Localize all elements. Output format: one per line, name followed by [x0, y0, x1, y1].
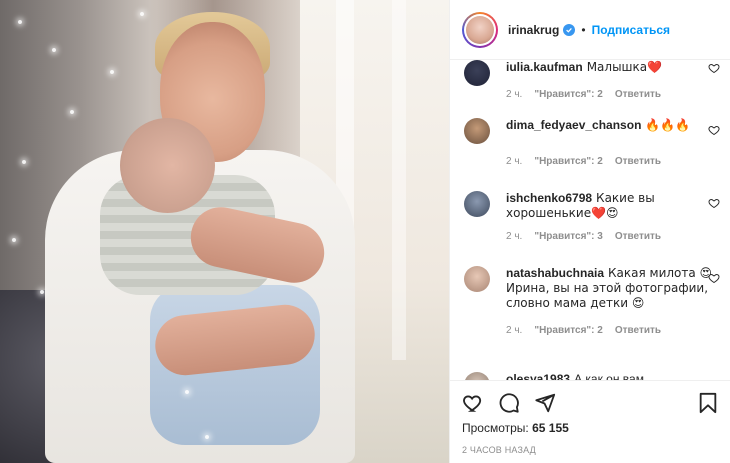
comments-list[interactable]: iulia.kaufman Малышка❤️ 2 ч. "Нравится": … — [450, 60, 730, 380]
avatar-image — [466, 15, 494, 44]
comment-age[interactable]: 2 ч. — [506, 156, 522, 167]
sparkle-effect — [205, 435, 209, 439]
sparkle-effect — [185, 390, 189, 394]
post-header: irinakrug • Подписаться — [450, 0, 730, 60]
share-send-icon[interactable] — [534, 392, 556, 414]
sparkle-effect — [52, 48, 56, 52]
comment-item: iulia.kaufman Малышка❤️ 2 ч. "Нравится": … — [464, 60, 720, 100]
action-icons — [462, 389, 719, 417]
like-comment-icon[interactable] — [708, 124, 720, 136]
comment-likes[interactable]: "Нравится": 2 — [534, 325, 603, 336]
follow-button[interactable]: Подписаться — [592, 23, 670, 37]
comment-likes[interactable]: "Нравится": 3 — [534, 231, 603, 242]
verified-badge-icon — [563, 23, 576, 36]
comment-item: natashabuchnaia Какая милота 😍 Ирина, вы … — [464, 266, 720, 336]
post-sidebar: irinakrug • Подписаться iulia.kaufman Мал… — [449, 0, 730, 463]
reply-button[interactable]: Ответить — [615, 325, 661, 336]
separator-dot: • — [581, 22, 586, 37]
comment-bubble-icon[interactable] — [498, 392, 520, 414]
commenter-avatar[interactable] — [464, 60, 490, 86]
comment-username[interactable]: dima_fedyaev_chanson — [506, 118, 641, 132]
like-heart-icon[interactable] — [462, 392, 484, 414]
comment-likes[interactable]: "Нравится": 2 — [534, 156, 603, 167]
post-timestamp[interactable]: 2 ЧАСОВ НАЗАД — [462, 445, 719, 455]
sparkle-effect — [140, 12, 144, 16]
commenter-avatar[interactable] — [464, 118, 490, 144]
comment-username[interactable]: olesya1983 — [506, 372, 570, 380]
commenter-avatar[interactable] — [464, 266, 490, 292]
comment-age[interactable]: 2 ч. — [506, 89, 522, 100]
views-value: 65 155 — [532, 421, 569, 435]
username[interactable]: irinakrug — [508, 23, 559, 37]
comment-age[interactable]: 2 ч. — [506, 231, 522, 242]
comment-text: Малышка❤️ — [586, 60, 663, 74]
profile-avatar[interactable] — [462, 11, 498, 48]
comment-meta: 2 ч. "Нравится": 2 Ответить — [506, 156, 714, 167]
like-comment-icon[interactable] — [708, 197, 720, 209]
comment-text: А как он вам — [574, 372, 644, 380]
comment-item: ishchenko6798 Какие вы хорошенькие❤️😍 2 ч… — [464, 191, 720, 242]
reply-button[interactable]: Ответить — [615, 156, 661, 167]
sparkle-effect — [18, 20, 22, 24]
sparkle-effect — [70, 110, 74, 114]
comment-meta: 2 ч. "Нравится": 2 Ответить — [506, 325, 714, 336]
comment-text: 🔥🔥🔥 — [645, 118, 691, 132]
like-comment-icon[interactable] — [708, 62, 720, 74]
post-actions: Просмотры: 65 155 2 ЧАСОВ НАЗАД — [450, 380, 730, 463]
comment-username[interactable]: ishchenko6798 — [506, 191, 592, 205]
sparkle-effect — [22, 160, 26, 164]
comment-username[interactable]: natashabuchnaia — [506, 266, 604, 280]
comment-age[interactable]: 2 ч. — [506, 325, 522, 336]
sparkle-effect — [40, 290, 44, 294]
save-bookmark-icon[interactable] — [697, 392, 719, 414]
sparkle-effect — [110, 70, 114, 74]
comment-meta: 2 ч. "Нравится": 3 Ответить — [506, 231, 714, 242]
post-media[interactable] — [0, 0, 449, 463]
comment-item: olesya1983 А как он вам — [464, 372, 714, 380]
views-count[interactable]: Просмотры: 65 155 — [462, 421, 719, 435]
comment-meta: 2 ч. "Нравится": 2 Ответить — [506, 89, 714, 100]
commenter-avatar[interactable] — [464, 372, 490, 380]
comment-item: dima_fedyaev_chanson 🔥🔥🔥 2 ч. "Нравится":… — [464, 118, 720, 167]
reply-button[interactable]: Ответить — [615, 89, 661, 100]
sparkle-effect — [12, 238, 16, 242]
comment-username[interactable]: iulia.kaufman — [506, 60, 583, 74]
comment-likes[interactable]: "Нравится": 2 — [534, 89, 603, 100]
reply-button[interactable]: Ответить — [615, 231, 661, 242]
commenter-avatar[interactable] — [464, 191, 490, 217]
baby-head — [120, 118, 215, 213]
like-comment-icon[interactable] — [708, 272, 720, 284]
views-label: Просмотры: — [462, 421, 529, 435]
